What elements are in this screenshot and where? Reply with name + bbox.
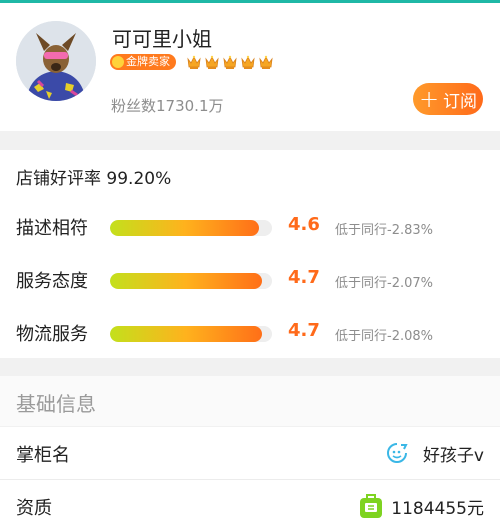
owner-label: 掌柜名 (16, 445, 70, 466)
rating-bar-fill (110, 220, 260, 236)
badge-label: 金牌卖家 (126, 55, 170, 68)
shop-header: 可可里小姐 金牌卖家 粉丝数1730.1万 + 订阅 (0, 3, 500, 131)
deposit-amount: 1184455元 (391, 499, 484, 519)
shop-name: 可可里小姐 (112, 27, 212, 51)
chat-face-icon[interactable] (386, 442, 408, 464)
rating-label: 服务态度 (16, 271, 88, 292)
rating-compare: 低于同行-2.83% (335, 223, 433, 238)
ratings-panel: 店铺好评率 99.20% 描述相符 4.6 低于同行-2.83% 服务态度 4.… (0, 150, 500, 358)
rating-compare: 低于同行-2.07% (335, 276, 433, 291)
fans-count: 粉丝数1730.1万 (111, 97, 224, 115)
deposit-bag-icon (360, 494, 382, 518)
certification-row[interactable]: 资质 1184455元 (0, 480, 500, 532)
rating-bar (110, 273, 272, 289)
crown-icon (223, 55, 237, 69)
section-title: 基础信息 (16, 392, 96, 416)
rating-compare: 低于同行-2.08% (335, 329, 433, 344)
crown-icon (259, 55, 273, 69)
rating-row-logistics: 物流服务 4.7 低于同行-2.08% (0, 318, 500, 348)
owner-row[interactable]: 掌柜名 好孩子v (0, 427, 500, 479)
badge-star-icon (112, 56, 124, 68)
subscribe-label: 订阅 (443, 91, 478, 112)
rating-bar (110, 220, 272, 236)
plus-icon: + (418, 85, 440, 113)
avatar[interactable] (16, 21, 96, 101)
dog-avatar-icon (16, 21, 96, 101)
rating-label: 物流服务 (16, 324, 88, 345)
crown-icon (205, 55, 219, 69)
basic-info-header: 基础信息 (0, 376, 500, 426)
subscribe-button[interactable]: + 订阅 (413, 83, 483, 115)
gold-seller-badge: 金牌卖家 (110, 54, 176, 70)
crown-rating (186, 53, 274, 71)
owner-name: 好孩子v (422, 446, 484, 466)
rating-bar-fill (110, 273, 263, 289)
good-rate: 店铺好评率 99.20% (16, 169, 172, 189)
certification-label: 资质 (16, 498, 52, 519)
rating-score: 4.7 (288, 320, 320, 341)
rating-bar (110, 326, 272, 342)
crown-icon (187, 55, 201, 69)
rating-score: 4.7 (288, 267, 320, 288)
crown-icon (241, 55, 255, 69)
rating-label: 描述相符 (16, 218, 88, 239)
rating-bar-fill (110, 326, 263, 342)
rating-row-service: 服务态度 4.7 低于同行-2.07% (0, 265, 500, 295)
rating-row-description: 描述相符 4.6 低于同行-2.83% (0, 212, 500, 242)
rating-score: 4.6 (288, 214, 320, 235)
